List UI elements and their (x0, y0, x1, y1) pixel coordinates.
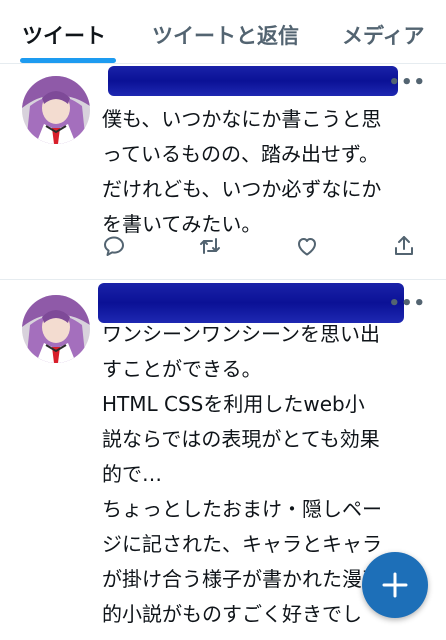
tweet-text: 僕も、いつかなにか書こうと思 っているものの、踏み出せず。 だけれども、いつか必… (102, 107, 382, 236)
tab-tweets[interactable]: ツイート (22, 20, 106, 50)
tab-media[interactable]: メディア (342, 20, 425, 50)
share-icon[interactable] (392, 234, 416, 258)
avatar[interactable] (22, 76, 90, 144)
tweet-actions (102, 234, 422, 260)
tab-tweets-and-replies[interactable]: ツイートと返信 (152, 20, 299, 50)
more-horizontal-icon[interactable]: ••• (388, 72, 426, 93)
tweet[interactable]: ••• 僕も、いつかなにか書こうと思 っているものの、踏み出せず。 だけれども、… (0, 64, 446, 280)
like-icon[interactable] (295, 234, 319, 258)
active-tab-indicator (20, 58, 116, 63)
profile-tabs: ツイート ツイートと返信 メディア (0, 0, 446, 64)
plus-icon (382, 572, 408, 598)
more-horizontal-icon[interactable]: ••• (388, 293, 426, 314)
display-name-redacted (108, 66, 398, 96)
avatar[interactable] (22, 295, 90, 363)
retweet-icon[interactable] (198, 234, 222, 258)
reply-icon[interactable] (102, 234, 126, 258)
compose-tweet-button[interactable] (362, 552, 428, 618)
